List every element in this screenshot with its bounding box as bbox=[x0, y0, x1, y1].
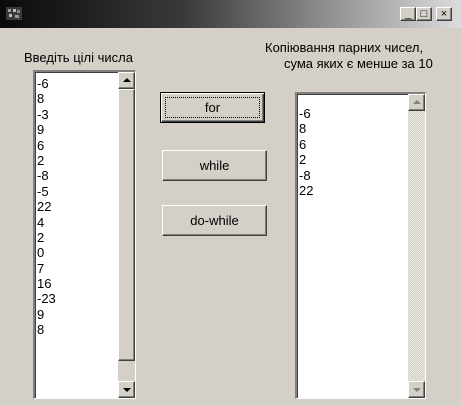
list-item[interactable]: 9 bbox=[37, 307, 56, 322]
list-item[interactable]: 8 bbox=[37, 322, 56, 337]
minimize-button[interactable]: _ bbox=[400, 7, 416, 21]
scrollbar-thumb[interactable] bbox=[118, 89, 135, 361]
scroll-down-icon bbox=[413, 388, 421, 392]
app-window: _ □ × Введіть цілі числа -6 8 -3 9 6 2 -8 -5 22 4… bbox=[0, 0, 461, 406]
scroll-up-button[interactable] bbox=[118, 72, 135, 89]
list-item[interactable]: 22 bbox=[37, 199, 56, 214]
list-item[interactable]: -5 bbox=[37, 184, 56, 199]
maximize-button[interactable]: □ bbox=[416, 7, 432, 21]
list-item[interactable]: 2 bbox=[37, 153, 56, 168]
input-numbers-label: Введіть цілі числа bbox=[24, 50, 133, 65]
minimize-icon: _ bbox=[404, 8, 412, 20]
output-list[interactable]: -6 8 6 2 -8 22 bbox=[295, 92, 426, 399]
scroll-up-icon bbox=[413, 100, 421, 104]
input-list[interactable]: -6 8 -3 9 6 2 -8 -5 22 4 2 0 7 16 -23 9 8 bbox=[33, 70, 136, 399]
list-item[interactable]: 6 bbox=[299, 137, 313, 152]
list-item[interactable]: 4 bbox=[37, 215, 56, 230]
list-item[interactable]: -6 bbox=[299, 106, 313, 121]
list-item[interactable]: -3 bbox=[37, 107, 56, 122]
scroll-down-icon bbox=[123, 388, 131, 392]
do-while-button-label: do-while bbox=[190, 213, 239, 228]
list-item[interactable]: -6 bbox=[37, 76, 56, 91]
list-item[interactable]: 6 bbox=[37, 138, 56, 153]
list-item[interactable]: -23 bbox=[37, 291, 56, 306]
scrollbar-track bbox=[408, 94, 425, 398]
list-item[interactable]: 8 bbox=[37, 91, 56, 106]
close-icon: × bbox=[440, 8, 448, 20]
input-list-items: -6 8 -3 9 6 2 -8 -5 22 4 2 0 7 16 -23 9 8 bbox=[37, 76, 56, 338]
scroll-down-button bbox=[408, 381, 425, 398]
close-button[interactable]: × bbox=[436, 7, 452, 21]
list-item[interactable]: 2 bbox=[299, 152, 313, 167]
scroll-up-icon bbox=[123, 78, 131, 82]
scroll-down-button[interactable] bbox=[118, 381, 135, 398]
list-item[interactable]: 7 bbox=[37, 261, 56, 276]
while-button-label: while bbox=[199, 158, 230, 173]
while-button[interactable]: while bbox=[162, 150, 267, 181]
list-item[interactable]: 22 bbox=[299, 183, 313, 198]
do-while-button[interactable]: do-while bbox=[162, 205, 267, 236]
list-item[interactable]: 0 bbox=[37, 245, 56, 260]
list-item[interactable]: 2 bbox=[37, 230, 56, 245]
input-list-scrollbar[interactable] bbox=[118, 72, 135, 398]
for-button[interactable]: for bbox=[160, 92, 265, 123]
output-label-line1: Копіювання парних чисел, bbox=[265, 40, 424, 55]
for-button-label: for bbox=[204, 100, 221, 115]
list-item[interactable]: -8 bbox=[299, 168, 313, 183]
app-icon bbox=[6, 7, 22, 20]
title-bar[interactable]: _ □ × bbox=[0, 0, 461, 28]
output-list-scrollbar[interactable] bbox=[408, 94, 425, 398]
maximize-icon: □ bbox=[420, 8, 428, 20]
list-item[interactable]: 16 bbox=[37, 276, 56, 291]
list-item[interactable]: 9 bbox=[37, 122, 56, 137]
output-list-items: -6 8 6 2 -8 22 bbox=[299, 106, 313, 198]
scroll-up-button bbox=[408, 94, 425, 111]
list-item[interactable]: 8 bbox=[299, 121, 313, 136]
list-item[interactable]: -8 bbox=[37, 168, 56, 183]
output-label-line2: сума яких є менше за 10 bbox=[284, 56, 433, 71]
